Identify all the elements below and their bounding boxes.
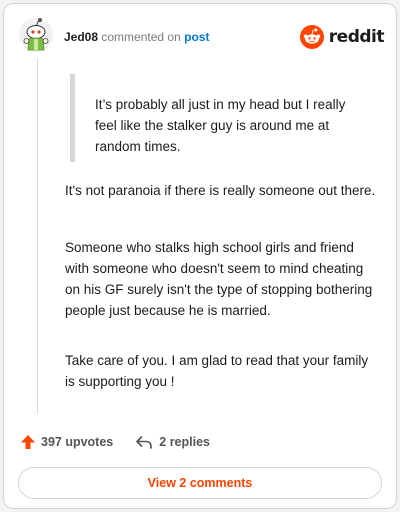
comment-header: Jed08 commented on post reddit	[4, 4, 396, 64]
post-link[interactable]: post	[184, 30, 209, 44]
upvote-count: 397 upvotes	[41, 435, 114, 449]
reddit-logo-icon	[299, 25, 324, 49]
comment-card: Jed08 commented on post reddit It’s prob…	[3, 3, 397, 509]
snoo-avatar-icon[interactable]	[18, 17, 54, 53]
upvote-arrow-icon	[21, 435, 35, 449]
quoted-text: It’s probably all just in my head but I …	[70, 74, 370, 162]
comment-meta: Jed08 commented on post	[64, 30, 209, 44]
reply-arrow-icon	[136, 436, 153, 449]
view-comments-button[interactable]: View 2 comments	[18, 467, 382, 499]
reddit-brand[interactable]: reddit	[299, 24, 385, 50]
thread-line[interactable]	[37, 58, 38, 414]
upvote-button[interactable]: 397 upvotes	[20, 434, 113, 450]
commented-on-text: commented on	[101, 30, 181, 44]
username-link[interactable]: Jed08	[64, 30, 98, 44]
reddit-wordmark: reddit	[328, 27, 385, 47]
comment-paragraph: Take care of you. I am glad to read that…	[65, 353, 369, 389]
reply-count: 2 replies	[159, 435, 210, 449]
comment-paragraph: Someone who stalks high school girls and…	[65, 240, 373, 318]
comment-actions: 397 upvotes 2 replies	[20, 432, 210, 452]
comment-paragraph: It's not paranoia if there is really som…	[65, 183, 376, 198]
replies-button[interactable]: 2 replies	[135, 434, 210, 450]
